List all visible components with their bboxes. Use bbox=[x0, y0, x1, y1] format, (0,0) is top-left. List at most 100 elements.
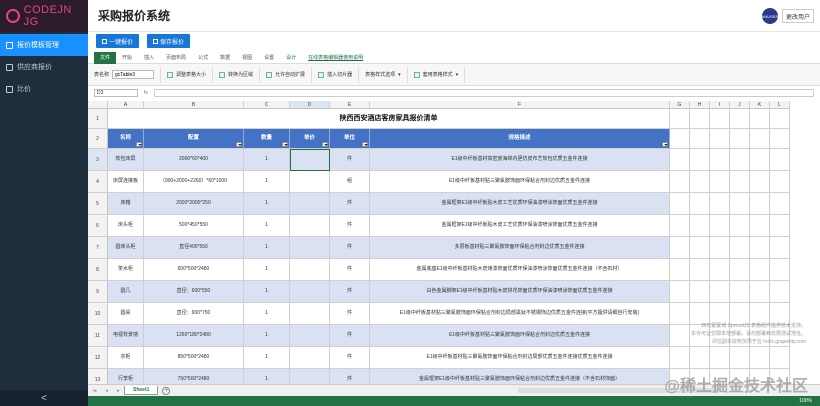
table-cell[interactable] bbox=[290, 259, 330, 281]
table-cell[interactable]: 2000*60*400 bbox=[144, 149, 244, 171]
first-sheet-icon[interactable]: |◂ bbox=[93, 388, 97, 394]
column-header[interactable]: I bbox=[710, 101, 730, 109]
formula-input[interactable] bbox=[153, 89, 814, 97]
avatar[interactable]: ANUSER bbox=[762, 8, 778, 24]
table-cell[interactable] bbox=[750, 259, 770, 281]
table-cell[interactable] bbox=[770, 215, 790, 237]
table-cell[interactable] bbox=[730, 149, 750, 171]
prev-sheet-icon[interactable]: ◂ bbox=[105, 388, 108, 394]
filter-dropdown-icon[interactable] bbox=[362, 142, 368, 147]
table-cell[interactable] bbox=[770, 347, 790, 369]
table-cell[interactable]: 600*500*2480 bbox=[144, 259, 244, 281]
table-cell[interactable]: 件 bbox=[330, 281, 370, 303]
filter-dropdown-icon[interactable] bbox=[322, 142, 328, 147]
table-cell[interactable] bbox=[670, 237, 690, 259]
table-cell[interactable]: 1 bbox=[244, 259, 290, 281]
table-cell[interactable] bbox=[770, 171, 790, 193]
table-cell[interactable] bbox=[290, 303, 330, 325]
select-all-corner[interactable] bbox=[88, 101, 108, 109]
row-header[interactable]: 6 bbox=[88, 215, 108, 237]
convert-to-range-button[interactable]: 转换为区域 bbox=[213, 66, 261, 83]
sidebar-item-template-management[interactable]: 报价模板管理 bbox=[0, 34, 88, 56]
table-cell[interactable] bbox=[710, 215, 730, 237]
sidebar-collapse-button[interactable]: < bbox=[0, 390, 88, 406]
table-header-cell[interactable]: 数量 bbox=[244, 129, 290, 149]
table-cell[interactable] bbox=[710, 259, 730, 281]
table-cell[interactable] bbox=[750, 237, 770, 259]
table-cell[interactable] bbox=[710, 347, 730, 369]
sidebar-item-supplier-quote[interactable]: 供应商报价 bbox=[0, 56, 88, 78]
table-header-cell[interactable]: 规格描述 bbox=[370, 129, 670, 149]
table-cell[interactable]: 多层板基材贴三聚氰胺饰面环保粘合剂封边优质五金件连接 bbox=[370, 237, 670, 259]
table-cell[interactable] bbox=[730, 109, 750, 129]
table-cell[interactable] bbox=[710, 237, 730, 259]
table-cell[interactable] bbox=[710, 193, 730, 215]
table-cell[interactable] bbox=[690, 347, 710, 369]
quick-quote-button[interactable]: 一键报价 bbox=[96, 34, 140, 48]
table-cell[interactable] bbox=[690, 259, 710, 281]
tab-home[interactable]: 开始 bbox=[116, 52, 138, 64]
table-cell[interactable] bbox=[710, 129, 730, 149]
table-cell[interactable]: E1级中纤板基材贴三聚氰胺饰面环保粘合剂封边优质五金件连接 bbox=[370, 171, 670, 193]
table-cell[interactable] bbox=[730, 215, 750, 237]
table-cell[interactable] bbox=[730, 129, 750, 149]
table-cell[interactable] bbox=[690, 281, 710, 303]
table-cell[interactable] bbox=[290, 281, 330, 303]
table-cell[interactable] bbox=[690, 149, 710, 171]
table-cell[interactable] bbox=[710, 171, 730, 193]
table-cell[interactable]: 1 bbox=[244, 193, 290, 215]
table-header-cell[interactable]: 配置 bbox=[144, 129, 244, 149]
table-cell[interactable]: 床头柜 bbox=[108, 215, 144, 237]
column-header[interactable]: G bbox=[670, 101, 690, 109]
table-cell[interactable] bbox=[670, 109, 690, 129]
row-header[interactable]: 13 bbox=[88, 369, 108, 384]
zoom-level[interactable]: 100% bbox=[799, 398, 812, 404]
table-cell[interactable] bbox=[770, 149, 790, 171]
column-header[interactable]: K bbox=[750, 101, 770, 109]
table-cell[interactable] bbox=[750, 193, 770, 215]
column-header[interactable]: D bbox=[290, 101, 330, 109]
tab-designer-help[interactable]: 在线表格编辑器使用说明 bbox=[302, 52, 369, 64]
tab-formulas[interactable]: 公式 bbox=[192, 52, 214, 64]
table-cell[interactable]: 件 bbox=[330, 347, 370, 369]
column-header[interactable]: C bbox=[244, 101, 290, 109]
table-cell[interactable] bbox=[290, 347, 330, 369]
column-header[interactable]: L bbox=[770, 101, 790, 109]
table-cell[interactable]: 衣柜 bbox=[108, 347, 144, 369]
change-user-button[interactable]: 更改用户 bbox=[781, 9, 814, 23]
table-cell[interactable]: E1级中纤板基材高密度海绵内胆仿皮布艺软包优质五金件连接 bbox=[370, 149, 670, 171]
tab-settings[interactable]: 设置 bbox=[258, 52, 280, 64]
table-cell[interactable]: E1级中纤板基材贴三聚氰胺饰面环保粘合剂封边局部优质五金件连接优质五金件连接 bbox=[370, 347, 670, 369]
table-cell[interactable] bbox=[690, 237, 710, 259]
table-cell[interactable] bbox=[770, 259, 790, 281]
table-cell[interactable] bbox=[750, 171, 770, 193]
table-cell[interactable] bbox=[670, 215, 690, 237]
table-cell[interactable] bbox=[770, 281, 790, 303]
column-header[interactable]: F bbox=[370, 101, 670, 109]
table-cell[interactable] bbox=[690, 215, 710, 237]
table-cell[interactable]: 白色金属脚架E1级中纤板基材贴木皮拼花饰面优质环保油漆喷涂饰面优质五金件连接 bbox=[370, 281, 670, 303]
table-cell[interactable]: 行李柜 bbox=[108, 369, 144, 384]
table-cell[interactable]: 电视背景墙 bbox=[108, 325, 144, 347]
table-cell[interactable]: 圆几 bbox=[108, 281, 144, 303]
table-cell[interactable] bbox=[750, 215, 770, 237]
table-cell[interactable]: 金属框架E1级中纤板贴木皮工艺优质环保油漆喷涂饰面优质五金件连接 bbox=[370, 215, 670, 237]
table-cell[interactable] bbox=[750, 109, 770, 129]
column-header[interactable]: H bbox=[690, 101, 710, 109]
table-cell[interactable]: E1级中纤板基材贴三聚氰胺饰面环保粘合剂封边优质五金件连接 bbox=[370, 325, 670, 347]
table-cell[interactable]: 1 bbox=[244, 149, 290, 171]
tab-data[interactable]: 数据 bbox=[214, 52, 236, 64]
column-header[interactable]: E bbox=[330, 101, 370, 109]
table-cell[interactable]: 500*450*550 bbox=[144, 215, 244, 237]
row-header[interactable]: 7 bbox=[88, 237, 108, 259]
name-box[interactable]: D3 bbox=[94, 89, 138, 97]
table-cell[interactable] bbox=[290, 149, 330, 171]
filter-dropdown-icon[interactable] bbox=[136, 142, 142, 147]
table-cell[interactable] bbox=[730, 347, 750, 369]
table-cell[interactable] bbox=[290, 325, 330, 347]
table-cell[interactable] bbox=[770, 129, 790, 149]
table-cell[interactable]: 件 bbox=[330, 149, 370, 171]
add-sheet-icon[interactable]: + bbox=[162, 386, 171, 395]
row-header[interactable]: 5 bbox=[88, 193, 108, 215]
filter-dropdown-icon[interactable] bbox=[282, 142, 288, 147]
